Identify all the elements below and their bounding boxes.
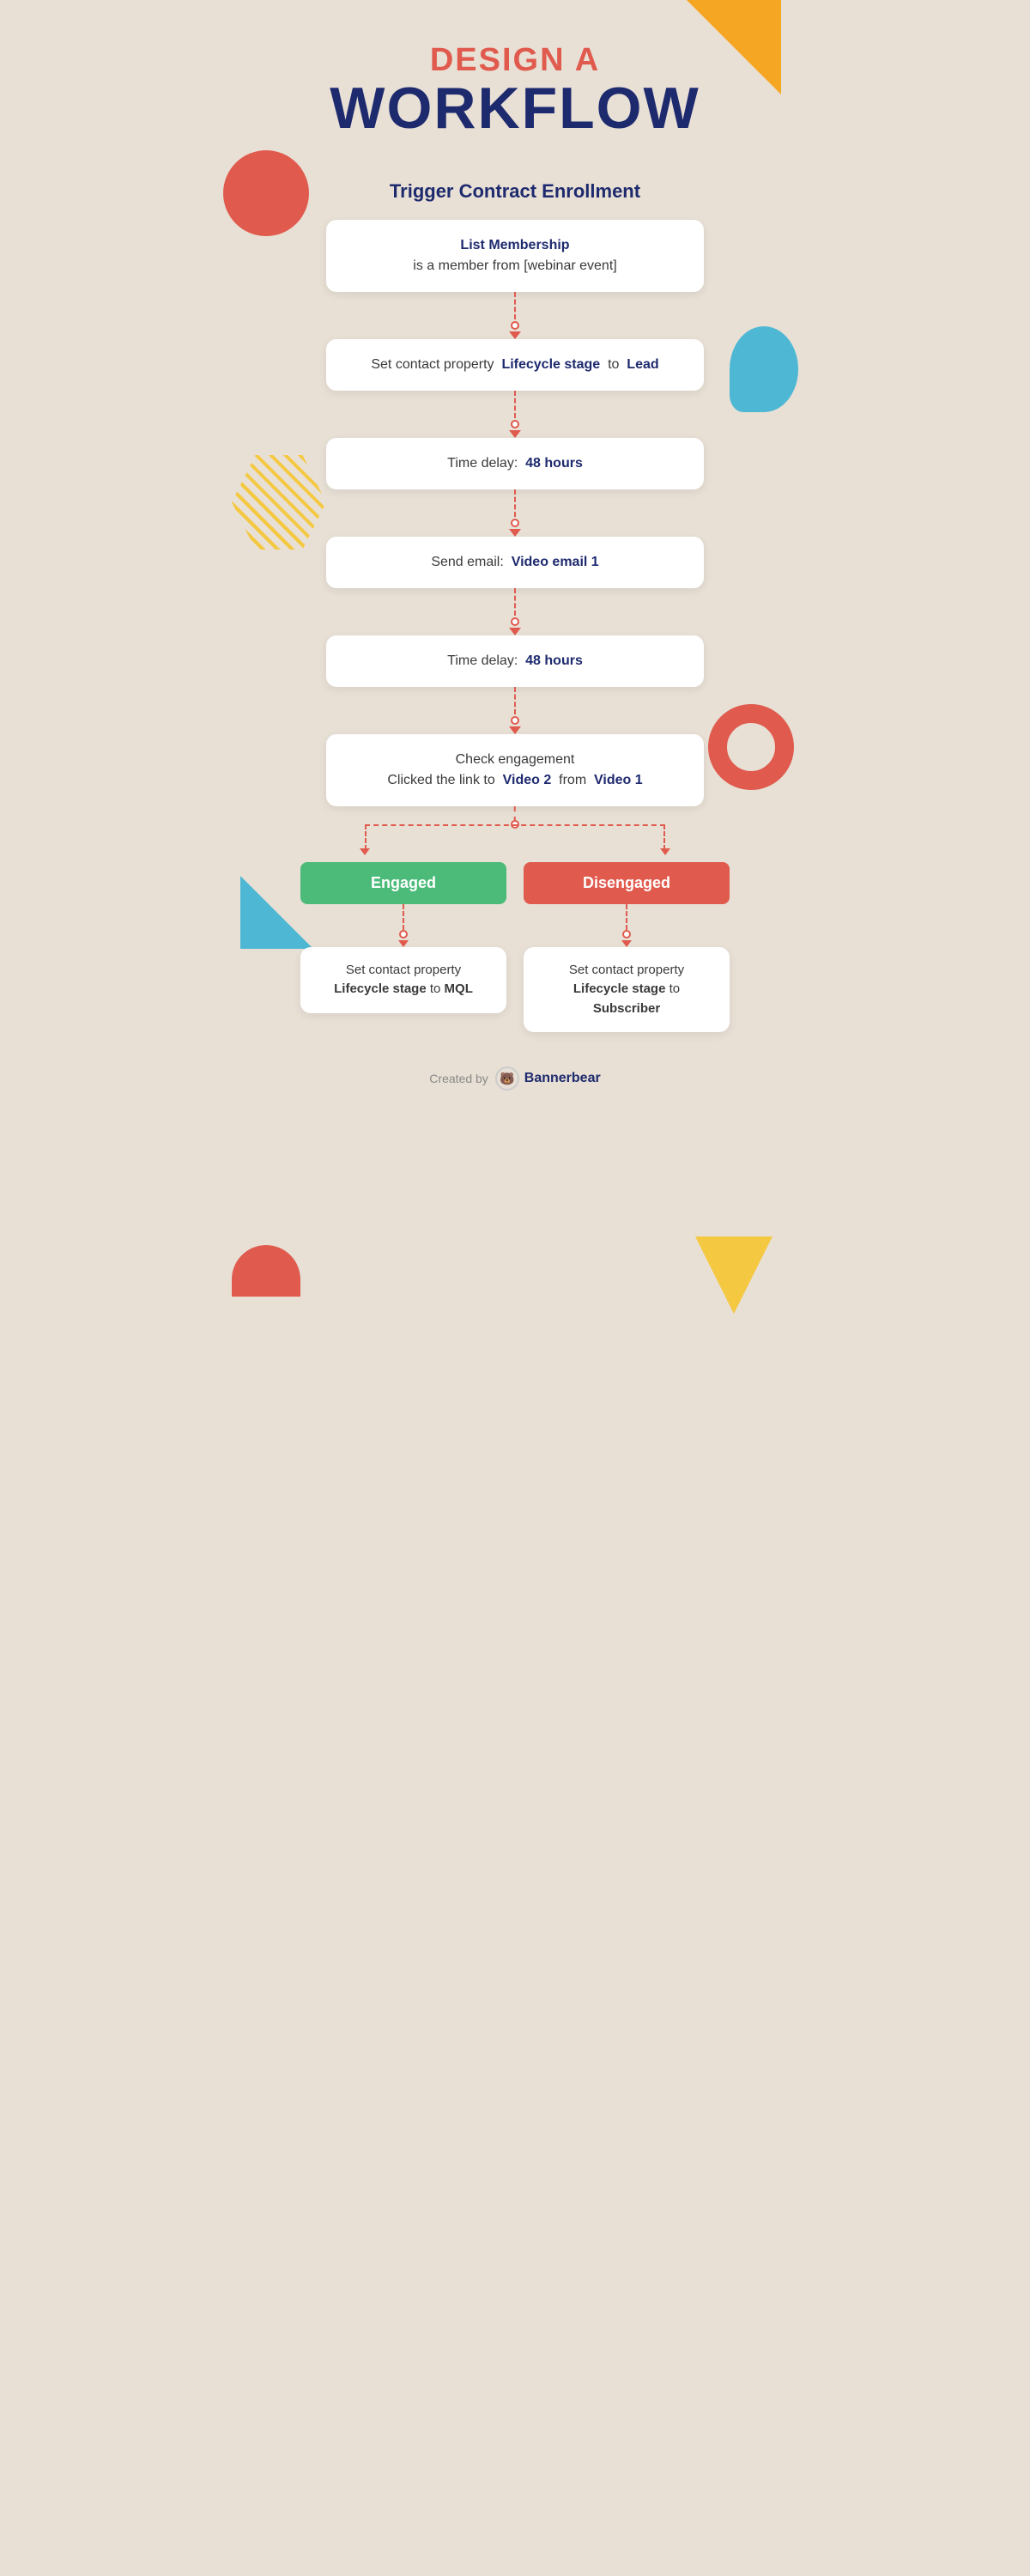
step2-prefix: Time delay: [447, 456, 518, 471]
branch-top [300, 806, 730, 862]
connector-arrow [509, 628, 521, 635]
step5-bold2: Video 1 [594, 773, 643, 787]
engaged-card-value: MQL [445, 981, 473, 996]
connector-3 [509, 489, 521, 537]
disengaged-card-bold: Lifecycle stage [573, 981, 666, 996]
branch-horiz-line [365, 824, 665, 827]
connector-arrow [509, 529, 521, 537]
bear-icon: 🐻 [495, 1066, 519, 1091]
arrow [621, 940, 632, 947]
line [626, 904, 627, 930]
header-line2: WORKFLOW [266, 79, 764, 137]
step1-bold: Lifecycle stage [501, 357, 600, 372]
engaged-card-col: Set contact property Lifecycle stage to … [300, 947, 506, 1033]
connector-line [514, 489, 516, 517]
header-line1: DESIGN A [266, 43, 764, 79]
footer-logo: 🐻 Bannerbear [495, 1066, 601, 1091]
engaged-result-card: Set contact property Lifecycle stage to … [300, 947, 506, 1013]
step1-prefix: Set contact property [371, 357, 494, 372]
disengaged-connector [621, 904, 632, 947]
step5-bold1: Video 2 [503, 773, 552, 787]
step4-prefix: Time delay: [447, 653, 518, 668]
trigger-text: is a member from [webinar event] [413, 258, 616, 273]
connector-dot [511, 617, 519, 626]
footer: Created by 🐻 Bannerbear [249, 1066, 781, 1091]
connector-4 [509, 588, 521, 635]
connector-line [514, 292, 516, 319]
connector-dot [511, 420, 519, 428]
step3-card: Send email: Video email 1 [326, 537, 704, 588]
branch-left-down [365, 824, 367, 850]
red-arc-bottom [232, 1245, 300, 1297]
branch-badge-row: Engaged Disengaged [300, 862, 730, 904]
dot [622, 930, 631, 939]
step1-middle: to [608, 357, 619, 372]
engaged-col: Engaged [300, 862, 506, 904]
workflow-flow: List Membership is a member from [webina… [249, 220, 781, 1033]
connector-2 [509, 391, 521, 438]
branch-connector-row [300, 904, 730, 947]
disengaged-card-middle: to [670, 981, 681, 996]
footer-created-by: Created by [429, 1072, 488, 1085]
connector-line [514, 391, 516, 418]
engaged-badge: Engaged [300, 862, 506, 904]
step1-value: Lead [627, 357, 658, 372]
connector-dot [511, 321, 519, 330]
engaged-card-prefix: Set contact property [346, 963, 461, 977]
step1-card: Set contact property Lifecycle stage to … [326, 339, 704, 391]
step5-prefix: Clicked the link to [387, 773, 494, 787]
branch-left-arrow [360, 848, 370, 855]
footer-brand: Bannerbear [524, 1071, 601, 1086]
disengaged-card-value: Subscriber [593, 1001, 660, 1016]
disengaged-card-prefix: Set contact property [569, 963, 684, 977]
connector-arrow [509, 430, 521, 438]
connector-dot [511, 519, 519, 527]
header: DESIGN A WORKFLOW [249, 0, 781, 155]
trigger-card: List Membership is a member from [webina… [326, 220, 704, 292]
engaged-connector [398, 904, 409, 947]
branch-right-arrow [660, 848, 670, 855]
connector-line [514, 588, 516, 616]
connector-1 [509, 292, 521, 339]
arrow [398, 940, 409, 947]
step2-card: Time delay: 48 hours [326, 438, 704, 489]
connector-arrow [509, 726, 521, 734]
step5-middle: from [559, 773, 586, 787]
disengaged-col: Disengaged [524, 862, 730, 904]
step5-line1: Check engagement [456, 752, 575, 767]
disengaged-connector-col [524, 904, 730, 947]
yellow-triangle-bottom [695, 1236, 772, 1314]
disengaged-badge: Disengaged [524, 862, 730, 904]
step4-card: Time delay: 48 hours [326, 635, 704, 687]
engaged-card-bold: Lifecycle stage [334, 981, 427, 996]
branch-section: Engaged Disengaged [300, 806, 730, 1033]
connector-dot [511, 716, 519, 725]
connector-5 [509, 687, 521, 734]
engaged-card-middle: to [430, 981, 441, 996]
step3-prefix: Send email: [431, 555, 504, 569]
branch-right-down [663, 824, 666, 850]
step2-bold: 48 hours [525, 456, 583, 471]
engaged-connector-col [300, 904, 506, 947]
line [403, 904, 404, 930]
disengaged-card-col: Set contact property Lifecycle stage to … [524, 947, 730, 1033]
connector-arrow [509, 331, 521, 339]
dot [399, 930, 408, 939]
trigger-bold: List Membership [460, 238, 569, 252]
connector-line [514, 687, 516, 714]
step5-card: Check engagement Clicked the link to Vid… [326, 734, 704, 806]
page-wrapper: DESIGN A WORKFLOW Trigger Contract Enrol… [249, 0, 781, 1331]
branch-card-row: Set contact property Lifecycle stage to … [300, 947, 730, 1033]
step3-bold: Video email 1 [512, 555, 599, 569]
step4-bold: 48 hours [525, 653, 583, 668]
section-title: Trigger Contract Enrollment [249, 180, 781, 203]
disengaged-result-card: Set contact property Lifecycle stage to … [524, 947, 730, 1033]
